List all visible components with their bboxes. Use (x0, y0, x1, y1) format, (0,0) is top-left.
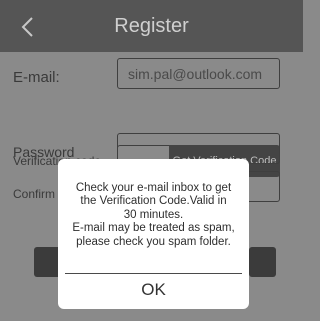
email-label: E-mail: (13, 69, 60, 86)
email-field[interactable]: sim.pal@outlook.com (117, 58, 280, 89)
dialog-message-line: the Verification Code.Valid in (80, 195, 227, 208)
confirm-label: Confirm (13, 187, 56, 201)
dialog-message: Check your e-mail inbox to get the Verif… (66, 182, 241, 249)
register-button[interactable] (34, 247, 61, 277)
dialog-message-line: E-mail may be treated as spam, (72, 222, 235, 235)
header-bar: Register (0, 0, 303, 52)
dialog-message-line: please check you spam folder. (76, 235, 231, 248)
password-label: Password (13, 144, 75, 160)
ok-button[interactable]: OK (58, 280, 249, 300)
spam-notice-dialog: Check your e-mail inbox to get the Verif… (58, 159, 249, 309)
dialog-message-line: Check your e-mail inbox to get (75, 182, 232, 194)
dialog-message-line: 30 minutes. (123, 208, 184, 221)
dialog-divider (65, 273, 242, 274)
register-button-right[interactable] (249, 247, 276, 277)
page-title: Register (114, 15, 189, 37)
email-value: sim.pal@outlook.com (128, 66, 263, 82)
